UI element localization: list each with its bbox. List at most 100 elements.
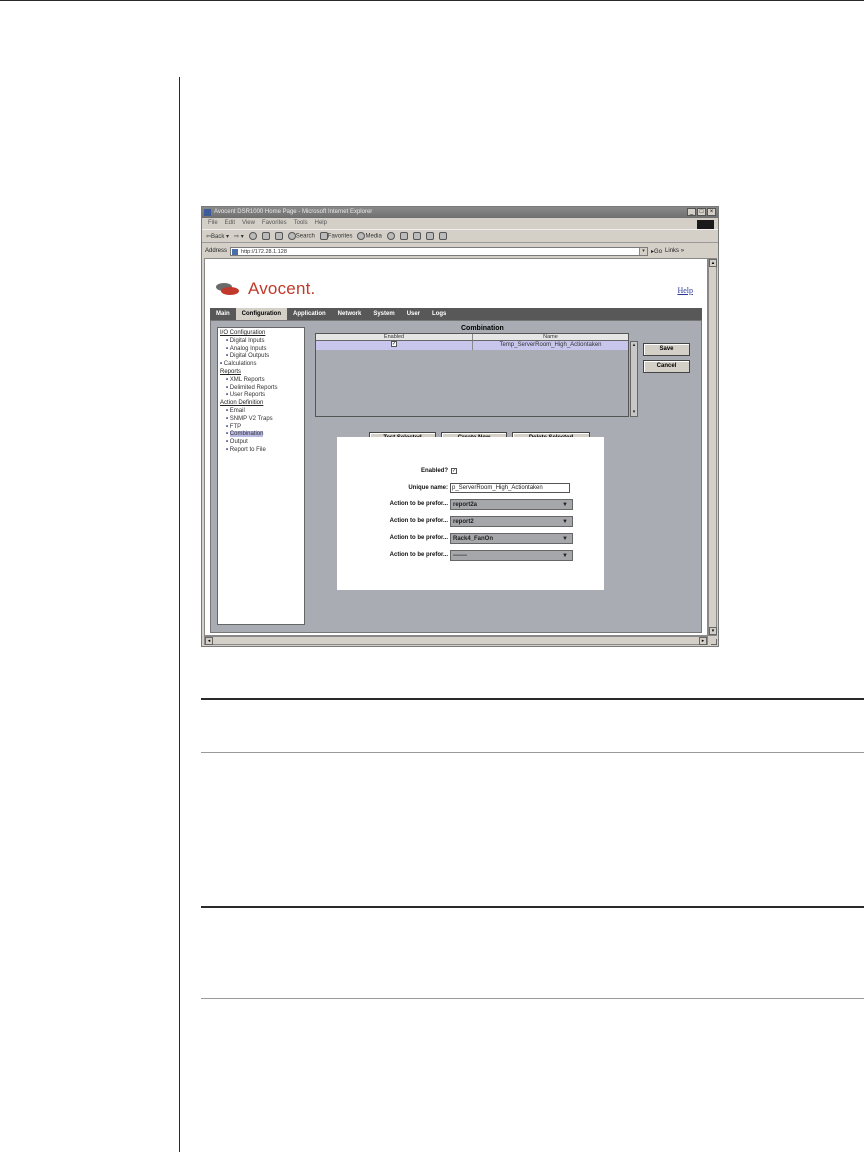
scroll-up-icon[interactable]: ▴ (631, 342, 637, 349)
tree-item-xml-reports[interactable]: XML Reports (220, 377, 302, 385)
page-icon (232, 248, 239, 255)
column-enabled[interactable]: Enabled (316, 334, 473, 340)
menu-edit[interactable]: Edit (225, 218, 235, 228)
tree-item-output[interactable]: Output (220, 439, 302, 447)
section-rule-4 (201, 998, 864, 999)
maximize-button[interactable]: □ (697, 208, 706, 216)
enabled-checkbox[interactable]: ✓ (451, 468, 457, 474)
logo-text: Avocent. (248, 279, 316, 298)
tree-item-analog-inputs[interactable]: Analog Inputs (220, 346, 302, 354)
home-icon[interactable] (274, 232, 283, 240)
links-button[interactable]: Links » (665, 248, 684, 254)
tree-reports[interactable]: Reports (220, 369, 302, 377)
save-button[interactable]: Save (643, 343, 690, 356)
window-title: Avocent DSR1000 Home Page - Microsoft In… (214, 209, 373, 215)
section-rule-1 (201, 698, 864, 700)
tab-application[interactable]: Application (287, 308, 332, 320)
forward-button[interactable]: ⇨ ▾ (234, 233, 244, 240)
tab-network[interactable]: Network (332, 308, 368, 320)
tab-main[interactable]: Main (210, 308, 236, 320)
tree-action-definition[interactable]: Action Definition (220, 400, 302, 408)
mail-icon[interactable] (399, 232, 408, 240)
scroll-down-icon[interactable]: ▾ (631, 409, 637, 416)
action-select-4[interactable]: ------- ▼ (450, 550, 573, 561)
favorites-button[interactable]: Favorites (319, 232, 352, 240)
tree-item-digital-outputs[interactable]: Digital Outputs (220, 353, 302, 361)
tab-user[interactable]: User (401, 308, 426, 320)
cancel-button[interactable]: Cancel (643, 360, 690, 373)
row-enabled-cell: ✓ (316, 341, 473, 350)
unique-name-input[interactable]: p_ServerRoom_High_Actiontaken (450, 483, 570, 493)
address-input[interactable]: http://172.28.1.128 ▾ (230, 246, 649, 256)
address-dropdown-icon[interactable]: ▾ (639, 247, 648, 255)
back-button[interactable]: ⇦Back ▾ (206, 233, 229, 240)
menu-tools[interactable]: Tools (294, 218, 308, 228)
tree-item-delimited-reports[interactable]: Delimited Reports (220, 385, 302, 393)
combination-title: Combination (461, 325, 504, 332)
menu-favorites[interactable]: Favorites (262, 218, 287, 228)
chevron-down-icon: ▼ (562, 536, 568, 542)
favorites-icon (319, 232, 328, 240)
scroll-down-icon[interactable]: ▾ (709, 627, 717, 635)
action-label-2: Action to be prefor... (389, 518, 448, 524)
unique-name-label: Unique name: (408, 485, 448, 491)
table-row[interactable]: ✓ Temp_ServerRoom_High_Actiontaken (316, 341, 628, 350)
scroll-right-icon[interactable]: ▸ (699, 637, 707, 645)
page-vertical-scrollbar[interactable]: ▴ ▾ (708, 258, 717, 636)
page-viewport: Avocent. Help Main Configuration Applica… (204, 258, 708, 636)
menu-help[interactable]: Help (315, 218, 327, 228)
table-scrollbar[interactable]: ▴ ▾ (630, 341, 638, 417)
go-button[interactable]: ▸Go (651, 248, 662, 255)
tree-item-email[interactable]: Email (220, 408, 302, 416)
minimize-button[interactable]: _ (687, 208, 696, 216)
enabled-row: Enabled? ✓ (337, 466, 604, 477)
discuss-icon[interactable] (438, 232, 447, 240)
tree-item-report-to-file[interactable]: Report to File (220, 447, 302, 455)
action-row-2: Action to be prefor... report2 ▼ (337, 516, 604, 527)
tree-item-combination[interactable]: Combination (220, 431, 302, 439)
help-link[interactable]: Help (677, 286, 693, 295)
action-label-1: Action to be prefor... (389, 501, 448, 507)
tab-system[interactable]: System (367, 308, 400, 320)
avocent-logo-icon (216, 283, 239, 295)
tree-item-user-reports[interactable]: User Reports (220, 392, 302, 400)
history-icon[interactable] (386, 232, 395, 240)
menu-file[interactable]: File (208, 218, 218, 228)
menu-view[interactable]: View (242, 218, 255, 228)
stop-icon[interactable] (248, 232, 257, 240)
section-rule-3 (201, 906, 864, 908)
action-select-3[interactable]: Rack4_FanOn ▼ (450, 533, 573, 544)
close-button[interactable]: × (707, 208, 716, 216)
action-row-4: Action to be prefor... ------- ▼ (337, 550, 604, 561)
config-tree: I/O Configuration Digital Inputs Analog … (217, 327, 305, 625)
search-button[interactable]: Search (287, 232, 315, 240)
search-icon (287, 232, 296, 240)
row-name-cell: Temp_ServerRoom_High_Actiontaken (499, 342, 602, 348)
action-select-1[interactable]: report2a ▼ (450, 499, 573, 510)
address-label: Address (205, 248, 228, 254)
tab-logs[interactable]: Logs (426, 308, 452, 320)
resize-grip-icon[interactable] (711, 639, 717, 645)
main-nav: Main Configuration Application Network S… (210, 308, 702, 320)
scroll-up-icon[interactable]: ▴ (709, 259, 717, 267)
top-rule (0, 0, 864, 1)
chevron-down-icon: ▼ (562, 553, 568, 559)
tree-item-snmp-traps[interactable]: SNMP V2 Traps (220, 416, 302, 424)
action-select-2[interactable]: report2 ▼ (450, 516, 573, 527)
tree-io-configuration[interactable]: I/O Configuration (220, 330, 302, 338)
row-enabled-checkbox[interactable]: ✓ (391, 341, 397, 348)
edit-icon[interactable] (425, 232, 434, 240)
tree-item-digital-inputs[interactable]: Digital Inputs (220, 338, 302, 346)
page-horizontal-scrollbar[interactable]: ◂ ▸ (204, 636, 708, 645)
left-margin-rule (179, 77, 180, 1152)
address-bar: Address http://172.28.1.128 ▾ ▸Go Links … (202, 245, 718, 257)
media-button[interactable]: Media (357, 232, 382, 240)
scroll-left-icon[interactable]: ◂ (205, 637, 213, 645)
print-icon[interactable] (412, 232, 421, 240)
column-name[interactable]: Name (473, 334, 628, 340)
tab-configuration[interactable]: Configuration (235, 308, 287, 320)
refresh-icon[interactable] (261, 232, 270, 240)
tree-item-calculations[interactable]: Calculations (220, 361, 302, 369)
tree-item-ftp[interactable]: FTP (220, 424, 302, 432)
action-label-4: Action to be prefor... (389, 552, 448, 558)
